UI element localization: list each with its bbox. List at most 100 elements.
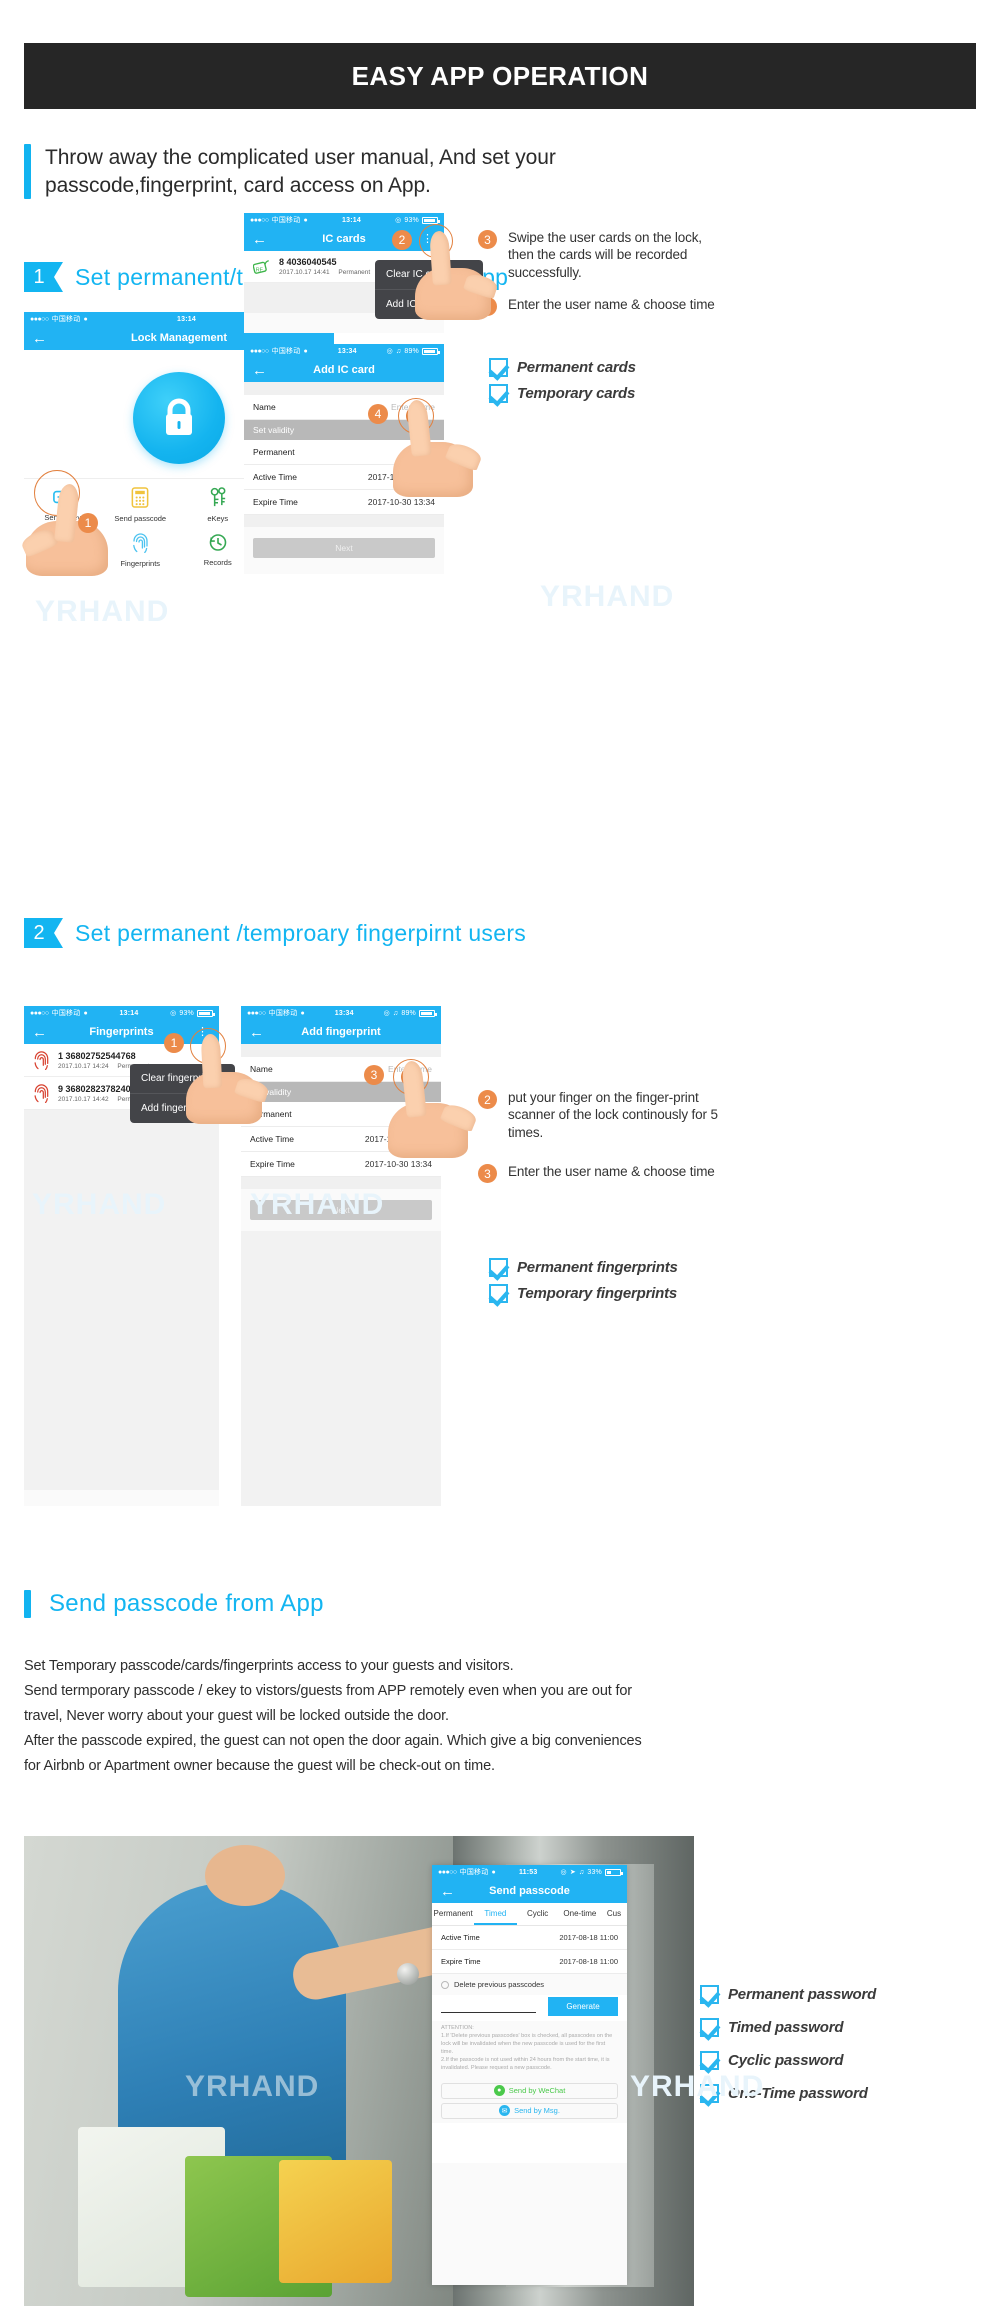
intro-line-2: passcode,fingerprint, card access on App… [45, 173, 431, 197]
step-text: Enter the user name & choose time [508, 297, 715, 312]
send-by-msg-button[interactable]: ✉ Send by Msg. [441, 2102, 618, 2119]
row-value: 2017-10-30 13:34 [364, 1134, 432, 1144]
form-row-permanent[interactable]: Permanent [241, 1102, 441, 1127]
menu-item-clear-fingerprint[interactable]: Clear fingerprint [130, 1064, 235, 1093]
grid-item-fingerprints[interactable]: Fingerprints [102, 532, 180, 569]
tab-timed[interactable]: Timed [474, 1903, 517, 1925]
section-3-heading: Send passcode from App [24, 1590, 624, 1618]
form-row-expire-time[interactable]: Expire Time 2017-10-30 13:34 [244, 490, 444, 515]
send-by-wechat-button[interactable]: ● Send by WeChat [441, 2082, 618, 2099]
alarm-icon: ◎ [395, 217, 402, 224]
back-arrow-icon[interactable]: ← [252, 363, 267, 378]
form-row-expire-time[interactable]: Expire Time 2017-10-30 13:34 [241, 1152, 441, 1177]
carrier-label: 中国移动 [268, 1010, 298, 1017]
fingerprint-date: 2017.10.17 14:42 [58, 1095, 109, 1103]
form-row-active-time[interactable]: Active Time 2017-08-18 11:00 [432, 1926, 627, 1950]
battery-percent: 93% [179, 1009, 194, 1017]
tab-one-time[interactable]: One-time [559, 1903, 601, 1925]
back-arrow-icon[interactable]: ← [32, 1025, 47, 1040]
paragraph-line: After the passcode expired, the guest ca… [24, 1732, 642, 1749]
battery-percent: 33% [587, 1868, 602, 1876]
back-arrow-icon[interactable]: ← [252, 232, 267, 247]
watermark-right-1: YRHAND [540, 580, 675, 613]
row-value: 2017-10-30 13:34 [367, 497, 435, 507]
grid-item-send-passcode[interactable]: Send passcode [102, 487, 180, 524]
tab-cyclic[interactable]: Cyclic [517, 1903, 559, 1925]
annotation-step-3: 3 Swipe the user cards on the lock, then… [478, 229, 978, 281]
step-badge-3b: 3 [364, 1065, 384, 1085]
form-row-expire-time[interactable]: Expire Time 2017-08-18 11:00 [432, 1950, 627, 1974]
passcode-type-tabs: Permanent Timed Cyclic One-time Cus [432, 1903, 627, 1926]
form-row-active-time[interactable]: Active Time 2017-10-30 13:34 [241, 1127, 441, 1152]
grid-item-ic-cards[interactable]: IC cards [24, 532, 102, 569]
row-value: 2017-10-30 13:34 [367, 472, 435, 482]
row-label: Permanent [250, 1109, 292, 1119]
battery-percent: 89% [404, 347, 419, 355]
page-title: EASY APP OPERATION [351, 60, 649, 91]
rfid-card-icon [52, 534, 70, 551]
lock-button[interactable] [133, 372, 225, 464]
battery-icon [422, 347, 440, 355]
annotation-step-2b: 2 put your finger on the finger-print sc… [478, 1089, 726, 1141]
row-label: Active Time [441, 1933, 480, 1942]
alarm-icon: ◎ [560, 1869, 567, 1876]
paragraph-line: for Airbnb or Apartment owner because th… [24, 1757, 495, 1774]
paragraph-line: Set Temporary passcode/cards/fingerprint… [24, 1658, 514, 1674]
carrier-label: 中国移动 [271, 348, 301, 355]
check-row: Permanent fingerprints [489, 1258, 678, 1277]
clock-label: 13:14 [342, 216, 361, 224]
back-arrow-icon[interactable]: ← [32, 331, 47, 346]
rfid-card-icon: RF [253, 259, 269, 274]
phone-add-ic-card: ●●●○○ 中国移动 ● 13:34 ◎ ♫ 89% ← Add IC card… [244, 344, 444, 574]
check-label: Temporary fingerprints [517, 1285, 678, 1302]
generate-button[interactable]: Generate [548, 1997, 618, 2016]
row-label: Name [250, 1064, 273, 1074]
ic-card-context-menu: Clear IC card Add IC card [375, 260, 483, 319]
fingerprint-icon [34, 1084, 49, 1103]
clock-label: 13:14 [119, 1009, 139, 1017]
menu-item-clear-ic-card[interactable]: Clear IC card [375, 260, 483, 289]
signal-dots-icon: ●●●○○ [30, 1009, 49, 1017]
bluetooth-icon: ♫ [578, 1868, 585, 1876]
section-2-heading: 2 Set permanent /temproary fingerpirnt u… [24, 918, 526, 948]
check-row: Permanent password [700, 1985, 876, 2004]
bluetooth-icon: ♫ [395, 347, 402, 355]
signal-dots-icon: ●●●○○ [250, 347, 269, 355]
back-arrow-icon[interactable]: ← [249, 1025, 264, 1040]
checkmark-icon [489, 384, 508, 403]
back-arrow-icon[interactable]: ← [440, 1884, 455, 1899]
delete-previous-passcodes-row[interactable]: Delete previous passcodes [432, 1974, 627, 1995]
menu-item-add-fingerprint[interactable]: Add fingerprint [130, 1093, 235, 1123]
card-id: 8 4036040545 [279, 257, 337, 267]
nav-title: Send passcode [489, 1885, 570, 1897]
tab-permanent[interactable]: Permanent [432, 1903, 474, 1925]
fingerprint-icon [34, 1051, 49, 1070]
section-gap [241, 1044, 441, 1057]
signal-dots-icon: ●●●○○ [30, 315, 49, 323]
step-text: put your finger on the finger-print scan… [508, 1090, 718, 1140]
grid-label: Send passcode [114, 514, 167, 523]
history-icon [209, 533, 227, 551]
grid-label: IC cards [48, 557, 77, 567]
menu-item-add-ic-card[interactable]: Add IC card [375, 289, 483, 319]
check-label: Permanent fingerprints [517, 1259, 678, 1276]
section-2-number: 2 [24, 918, 63, 948]
section-3-paragraphs: Set Temporary passcode/cards/fingerprint… [24, 1654, 974, 1779]
fingerprint-context-menu: Clear fingerprint Add fingerprint [130, 1064, 235, 1123]
form-row-permanent[interactable]: Permanent [244, 440, 444, 465]
row-label: Expire Time [441, 1957, 481, 1966]
next-button[interactable]: Next [253, 538, 435, 558]
tab-custom[interactable]: Cus [601, 1903, 627, 1925]
signal-dots-icon: ●●●○○ [247, 1009, 266, 1017]
check-row: Permanent cards [489, 358, 636, 377]
clock-label: 11:53 [518, 1868, 538, 1876]
intro-block: Throw away the complicated user manual, … [24, 144, 874, 200]
form-row-active-time[interactable]: Active Time 2017-10-30 13:34 [244, 465, 444, 490]
annotation-step-4: 4 Enter the user name & choose time [478, 296, 978, 316]
lock-icon [166, 398, 192, 435]
page-header-banner: EASY APP OPERATION [24, 43, 976, 109]
tap-indicator-ring-5-inner [401, 1067, 421, 1087]
radio-icon[interactable] [441, 1980, 449, 1989]
check-label: Permanent cards [517, 359, 636, 376]
battery-percent: 89% [401, 1009, 416, 1017]
